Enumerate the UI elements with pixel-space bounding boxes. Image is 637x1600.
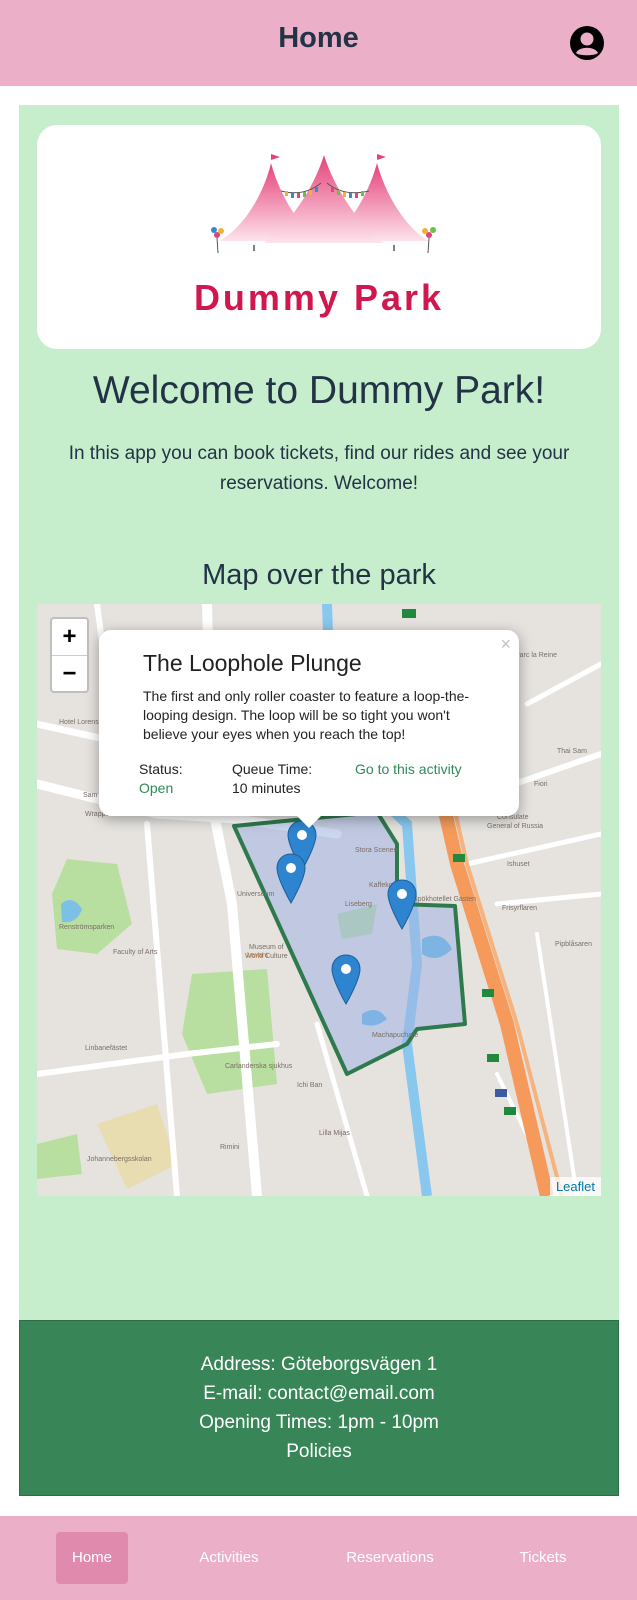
leaflet-attribution-link[interactable]: Leaflet — [549, 1177, 601, 1196]
activity-popup: × The Loophole Plunge The first and only… — [99, 630, 519, 828]
nav-item-tickets[interactable]: Tickets — [505, 1532, 581, 1584]
user-circle-icon[interactable] — [569, 25, 605, 61]
go-to-activity-link[interactable]: Go to this activity — [355, 761, 462, 777]
svg-text:Renströmsparken: Renströmsparken — [59, 924, 114, 931]
queue-time-label: Queue Time: — [232, 761, 313, 777]
status-value: Open — [139, 780, 174, 796]
popup-description: The first and only roller coaster to fea… — [143, 688, 470, 742]
svg-text:Museum of: Museum of — [249, 944, 284, 951]
svg-text:Linbanefästet: Linbanefästet — [85, 1045, 127, 1052]
svg-text:Sam: Sam — [83, 792, 98, 799]
queue-time-value: 10 minutes — [232, 780, 301, 796]
main-content: Dummy Park Welcome to Dummy Park! In thi… — [19, 105, 619, 1320]
popup-tip — [295, 814, 323, 828]
map-heading: Map over the park — [202, 559, 436, 591]
svg-text:Thai Sam: Thai Sam — [557, 748, 587, 755]
footer-email[interactable]: E-mail: contact@email.com — [20, 1383, 618, 1405]
map-marker-icon[interactable] — [276, 853, 306, 905]
svg-text:Machapuchare: Machapuchare — [372, 1032, 418, 1039]
svg-text:Johannebergsskolan: Johannebergsskolan — [87, 1156, 152, 1163]
zoom-out-button[interactable]: − — [52, 655, 87, 691]
svg-text:Ishuset: Ishuset — [507, 861, 530, 868]
svg-text:Rimini: Rimini — [220, 1144, 240, 1151]
footer-policies-link[interactable]: Policies — [20, 1441, 618, 1463]
status-label: Status: — [139, 761, 183, 777]
top-app-bar: Home — [0, 0, 637, 86]
svg-text:General of Russia: General of Russia — [487, 823, 543, 830]
nav-item-home[interactable]: Home — [56, 1532, 128, 1584]
svg-text:Frisyrflaren: Frisyrflaren — [502, 905, 537, 912]
map-marker-icon[interactable] — [331, 954, 361, 1006]
circus-tent-logo — [211, 154, 436, 254]
footer-address: Address: Göteborgsvägen 1 — [200, 1354, 438, 1375]
svg-text:Spökhotellet Gasten: Spökhotellet Gasten — [413, 896, 476, 903]
svg-text:Levant: Levant — [247, 952, 268, 959]
logo-wordmark: Dummy Park — [193, 277, 445, 318]
svg-text:Ichi Ban: Ichi Ban — [297, 1082, 322, 1089]
svg-text:Stora Scenen: Stora Scenen — [355, 847, 398, 854]
svg-text:Pipblåsaren: Pipblåsaren — [555, 940, 592, 948]
svg-text:Carlanderska sjukhus: Carlanderska sjukhus — [225, 1063, 293, 1070]
bottom-navigation: Home Activities Reservations Tickets — [0, 1516, 637, 1600]
zoom-in-button[interactable]: + — [52, 619, 87, 655]
close-icon[interactable]: × — [500, 634, 511, 655]
svg-text:Hotel Lorensb: Hotel Lorensb — [59, 719, 103, 726]
map-marker-icon[interactable] — [387, 879, 417, 931]
logo-card: Dummy Park — [37, 125, 601, 349]
svg-text:Faculty of Arts: Faculty of Arts — [113, 949, 158, 956]
footer-opening-times: Opening Times: 1pm - 10pm — [199, 1412, 439, 1433]
svg-text:Liseberg: Liseberg — [345, 901, 372, 908]
site-footer: Address: Göteborgsvägen 1 E-mail: contac… — [19, 1320, 619, 1496]
svg-text:Universeum: Universeum — [237, 891, 275, 898]
popup-title: The Loophole Plunge — [143, 650, 362, 676]
park-map[interactable]: Stora Scenen Kaffeko Farfars Spökhotelle… — [37, 604, 601, 1196]
svg-text:Lilla Mijas: Lilla Mijas — [319, 1130, 350, 1137]
svg-text:Fiori: Fiori — [534, 781, 548, 788]
nav-item-activities[interactable]: Activities — [185, 1532, 273, 1584]
intro-text: In this app you can book tickets, find o… — [68, 443, 570, 494]
nav-item-reservations[interactable]: Reservations — [335, 1532, 445, 1584]
zoom-control: + − — [50, 617, 89, 693]
page-title: Home — [278, 22, 359, 54]
svg-text:Parc la Reine: Parc la Reine — [515, 652, 557, 659]
welcome-heading: Welcome to Dummy Park! — [92, 369, 546, 412]
